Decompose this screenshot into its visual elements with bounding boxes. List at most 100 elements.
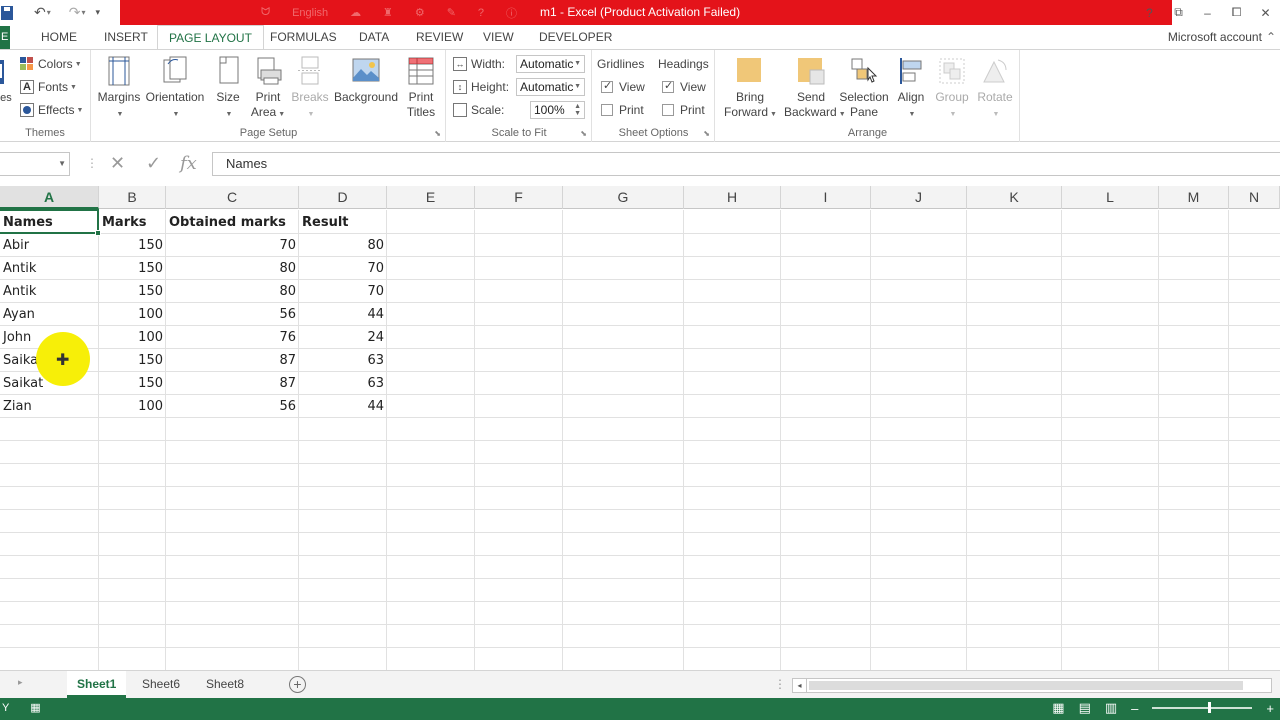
data-cell[interactable]: 80	[166, 258, 299, 280]
name-box-dropdown-icon[interactable]: ▼	[58, 159, 66, 168]
themes-button[interactable]: nes	[0, 56, 12, 106]
data-cell[interactable]: 63	[299, 373, 387, 395]
headings-view-check-icon[interactable]	[662, 79, 674, 93]
scale-to-fit-launcher-icon[interactable]: ⬊	[580, 129, 587, 138]
scale-spin-icon[interactable]: ▲ ▼	[574, 103, 581, 117]
column-header-e[interactable]: E	[387, 186, 475, 209]
data-cell[interactable]: Antik	[0, 258, 99, 280]
scale-spinner[interactable]: 100% ▲ ▼	[530, 101, 585, 119]
column-header-h[interactable]: H	[684, 186, 781, 209]
margins-button[interactable]: Margins ▼	[96, 56, 142, 122]
data-cell[interactable]: 70	[299, 281, 387, 303]
normal-view-icon[interactable]: ▦	[1052, 700, 1064, 716]
page-setup-launcher-icon[interactable]: ⬊	[434, 129, 441, 138]
scrollbar-thumb[interactable]	[809, 681, 1243, 690]
tab-page-layout[interactable]: PAGE LAYOUT	[157, 25, 264, 50]
column-header-i[interactable]: I	[781, 186, 871, 209]
data-cell[interactable]: 87	[166, 350, 299, 372]
print-titles-button[interactable]: Print Titles	[402, 56, 440, 120]
print-area-button[interactable]: Print Area ▼	[250, 56, 286, 122]
redo-dropdown-icon[interactable]: ▾	[81, 8, 85, 17]
customize-qat-icon[interactable]: ▾	[96, 2, 101, 24]
tab-home[interactable]: HOME	[41, 25, 77, 49]
data-cell[interactable]: 100	[99, 396, 166, 418]
macro-record-icon[interactable]: ▦	[30, 702, 40, 714]
header-cell[interactable]: Result	[299, 212, 387, 234]
column-header-m[interactable]: M	[1159, 186, 1229, 209]
gridlines-print-checkbox[interactable]: Print	[601, 103, 644, 117]
data-cell[interactable]: 80	[166, 281, 299, 303]
undo-dropdown-icon[interactable]: ▾	[47, 8, 51, 17]
effects-button[interactable]: Effects ▼	[20, 103, 83, 117]
headings-view-checkbox[interactable]: View	[662, 79, 706, 94]
data-cell[interactable]: 44	[299, 304, 387, 326]
cancel-icon[interactable]: ✕	[110, 153, 125, 174]
data-cell[interactable]: 24	[299, 327, 387, 349]
header-cell[interactable]: Marks	[99, 212, 166, 234]
help-icon[interactable]: ?	[1135, 6, 1164, 20]
column-header-d[interactable]: D	[299, 186, 387, 209]
column-header-c[interactable]: C	[166, 186, 299, 209]
tab-formulas[interactable]: FORMULAS	[270, 25, 337, 49]
sheet-options-launcher-icon[interactable]: ⬊	[703, 129, 710, 138]
height-select[interactable]: Automatic ▼	[516, 78, 585, 96]
zoom-out-icon[interactable]: –	[1131, 701, 1138, 716]
data-cell[interactable]: 44	[299, 396, 387, 418]
maximize-icon[interactable]: ⧠	[1222, 5, 1251, 20]
tab-view[interactable]: VIEW	[483, 25, 514, 49]
data-cell[interactable]: 150	[99, 258, 166, 280]
column-header-f[interactable]: F	[475, 186, 563, 209]
data-cell[interactable]: 87	[166, 373, 299, 395]
zoom-in-icon[interactable]: +	[1266, 701, 1274, 716]
headings-print-check-icon[interactable]	[662, 104, 674, 116]
column-header-j[interactable]: J	[871, 186, 967, 209]
add-sheet-button[interactable]: +	[289, 676, 306, 693]
send-backward-button[interactable]: Send Backward ▼	[784, 56, 846, 122]
zoom-slider[interactable]	[1152, 702, 1253, 713]
data-cell[interactable]: 100	[99, 304, 166, 326]
sheet-tab-sheet6[interactable]: Sheet6	[132, 671, 190, 698]
data-cell[interactable]: 150	[99, 350, 166, 372]
ribbon-display-icon[interactable]: ⧉	[1164, 5, 1193, 20]
bring-forward-button[interactable]: Bring Forward ▼	[724, 56, 777, 122]
redo-icon[interactable]: ↷ ▾	[69, 2, 86, 24]
data-cell[interactable]: 150	[99, 235, 166, 257]
page-layout-view-icon[interactable]: ▤	[1079, 700, 1091, 716]
data-cell[interactable]: 70	[299, 258, 387, 280]
tab-split-grip-icon[interactable]: ⋮	[774, 677, 786, 691]
undo-icon[interactable]: ↶ ▾	[34, 2, 51, 24]
column-header-b[interactable]: B	[99, 186, 166, 209]
data-cell[interactable]: 63	[299, 350, 387, 372]
data-cell[interactable]: 56	[166, 304, 299, 326]
name-box[interactable]: ▼	[0, 152, 70, 176]
minimize-icon[interactable]: –	[1193, 6, 1222, 20]
data-cell[interactable]: Abir	[0, 235, 99, 257]
tab-review[interactable]: REVIEW	[416, 25, 463, 49]
fill-handle[interactable]	[95, 230, 101, 236]
size-button[interactable]: Size ▼	[212, 56, 244, 122]
insert-function-icon[interactable]: fx	[180, 153, 197, 174]
column-header-k[interactable]: K	[967, 186, 1062, 209]
header-cell[interactable]: Obtained marks	[166, 212, 299, 234]
close-icon[interactable]: ✕	[1251, 6, 1280, 20]
data-cell[interactable]: 56	[166, 396, 299, 418]
background-button[interactable]: Background	[333, 56, 399, 105]
selection-pane-button[interactable]: Selection Pane	[838, 56, 890, 120]
headings-print-checkbox[interactable]: Print	[662, 103, 705, 117]
horizontal-scrollbar[interactable]: ◂	[792, 678, 1272, 693]
scroll-left-icon[interactable]: ◂	[793, 679, 807, 692]
save-icon[interactable]	[0, 2, 14, 24]
tab-developer[interactable]: DEVELOPER	[539, 25, 612, 49]
data-cell[interactable]: 80	[299, 235, 387, 257]
enter-icon[interactable]: ✓	[146, 153, 161, 174]
column-header-l[interactable]: L	[1062, 186, 1159, 209]
data-cell[interactable]: 150	[99, 373, 166, 395]
data-cell[interactable]: 100	[99, 327, 166, 349]
data-cell[interactable]: Ayan	[0, 304, 99, 326]
breaks-button[interactable]: Breaks ▼	[291, 56, 329, 122]
data-cell[interactable]: 70	[166, 235, 299, 257]
orientation-button[interactable]: Orientation ▼	[144, 56, 206, 122]
formula-bar-grip-icon[interactable]: ⋮	[86, 156, 98, 170]
account-link[interactable]: Microsoft account	[1168, 25, 1262, 49]
page-break-view-icon[interactable]: ▥	[1105, 700, 1117, 716]
